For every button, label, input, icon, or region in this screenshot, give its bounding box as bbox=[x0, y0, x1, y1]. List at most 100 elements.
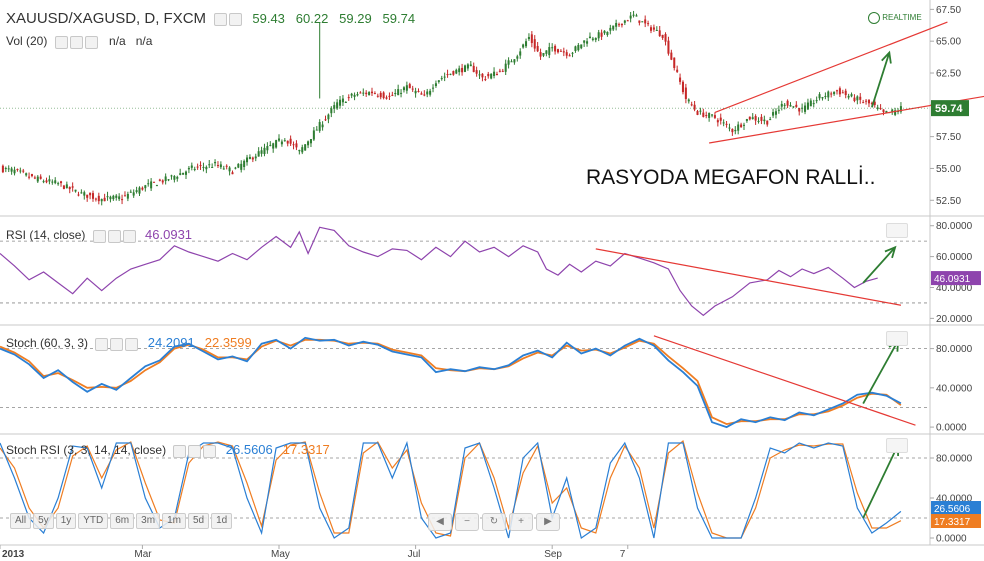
candle bbox=[353, 94, 356, 97]
eye-icon[interactable] bbox=[214, 13, 228, 27]
chart-canvas[interactable]: 67.5065.0062.5060.0057.5055.0052.5059.74… bbox=[0, 0, 984, 561]
candle bbox=[841, 92, 844, 94]
candle bbox=[649, 27, 653, 31]
timeframe-5y[interactable]: 5y bbox=[33, 513, 54, 529]
rsi-title: RSI (14, close) bbox=[6, 228, 86, 242]
candle bbox=[266, 146, 269, 151]
timeframe-ytd[interactable]: YTD bbox=[78, 513, 109, 529]
candle bbox=[350, 93, 353, 96]
candle bbox=[318, 122, 321, 131]
ohlc-open: 59.43 bbox=[252, 11, 285, 26]
candle bbox=[45, 180, 48, 183]
candle bbox=[16, 169, 19, 171]
candle bbox=[612, 25, 615, 30]
candle bbox=[126, 193, 129, 199]
candle bbox=[420, 93, 423, 95]
candle bbox=[158, 179, 161, 181]
candle bbox=[19, 170, 22, 172]
timeframe-3m[interactable]: 3m bbox=[136, 513, 161, 529]
candle bbox=[362, 92, 365, 94]
candle bbox=[577, 44, 580, 51]
rsi-pane-controls[interactable] bbox=[886, 223, 908, 238]
candle bbox=[853, 97, 856, 101]
time-tick-label: 7 bbox=[620, 549, 626, 560]
stoch-settings-buttons[interactable] bbox=[95, 337, 140, 351]
candle bbox=[240, 163, 243, 170]
stochrsi-k-value: 26.5606 bbox=[225, 442, 273, 457]
volume-header: Vol (20) n/a n/a bbox=[6, 34, 152, 49]
candle bbox=[556, 49, 560, 53]
candle bbox=[385, 97, 388, 99]
candle bbox=[638, 20, 641, 23]
candle bbox=[370, 91, 374, 94]
timeframe-6m[interactable]: 6m bbox=[110, 513, 135, 529]
candle bbox=[705, 115, 708, 117]
candle bbox=[763, 119, 766, 122]
candle bbox=[786, 100, 789, 106]
time-tick-label: May bbox=[271, 549, 290, 560]
candle bbox=[731, 128, 734, 133]
candle bbox=[461, 67, 464, 73]
candle bbox=[588, 36, 591, 39]
scroll-left-icon[interactable]: ◀ bbox=[428, 513, 452, 531]
candle bbox=[135, 190, 138, 192]
candle bbox=[269, 144, 272, 146]
timeframe-1m[interactable]: 1m bbox=[162, 513, 186, 529]
candle bbox=[542, 53, 545, 56]
realtime-indicator: REALTIME bbox=[868, 12, 922, 24]
scroll-right-icon[interactable]: ▶ bbox=[536, 513, 560, 531]
gear-icon[interactable] bbox=[188, 444, 202, 458]
candle bbox=[481, 73, 484, 78]
candle bbox=[652, 27, 655, 30]
candle bbox=[379, 92, 382, 98]
candle bbox=[696, 111, 699, 115]
stoch-pane-controls[interactable] bbox=[886, 331, 908, 346]
gear-icon[interactable] bbox=[107, 229, 121, 243]
candle bbox=[458, 68, 461, 73]
close-icon[interactable] bbox=[125, 337, 139, 351]
timeframe-1y[interactable]: 1y bbox=[55, 513, 77, 529]
reset-icon[interactable]: ↻ bbox=[482, 513, 506, 531]
rsi-value: 46.0931 bbox=[145, 227, 193, 242]
stochrsi-settings-buttons[interactable] bbox=[173, 444, 218, 458]
ohlc-high: 60.22 bbox=[295, 11, 329, 26]
close-icon[interactable] bbox=[122, 229, 136, 243]
timeframe-5d[interactable]: 5d bbox=[187, 513, 210, 529]
close-icon[interactable] bbox=[203, 444, 217, 458]
gear-icon[interactable] bbox=[110, 337, 124, 351]
candle bbox=[626, 20, 629, 22]
candle bbox=[647, 23, 650, 25]
eye-icon[interactable] bbox=[54, 35, 68, 49]
timeframe-1d[interactable]: 1d bbox=[211, 513, 233, 529]
eye-icon[interactable] bbox=[95, 337, 109, 351]
candle bbox=[713, 115, 716, 118]
candle bbox=[548, 47, 551, 56]
rsi-settings-buttons[interactable] bbox=[92, 229, 138, 243]
stoch-k-line bbox=[0, 336, 902, 429]
candle bbox=[551, 47, 554, 49]
gear-icon[interactable] bbox=[69, 35, 83, 49]
eye-icon[interactable] bbox=[92, 229, 106, 243]
candle bbox=[426, 91, 429, 95]
gear-icon[interactable] bbox=[229, 13, 243, 27]
close-icon[interactable] bbox=[84, 35, 98, 49]
candle bbox=[809, 100, 812, 107]
candle bbox=[298, 149, 301, 152]
candle bbox=[91, 193, 95, 199]
zoom-in-icon[interactable]: + bbox=[509, 513, 533, 531]
candle bbox=[214, 161, 217, 164]
stochrsi-pane-controls[interactable] bbox=[886, 438, 908, 453]
symbol-settings-buttons[interactable] bbox=[214, 11, 244, 28]
candle bbox=[289, 138, 292, 144]
candle bbox=[716, 120, 719, 123]
timeframe-all[interactable]: All bbox=[10, 513, 32, 529]
zoom-out-icon[interactable]: − bbox=[455, 513, 479, 531]
volume-settings-buttons[interactable] bbox=[54, 35, 100, 49]
rsi-trendline bbox=[595, 248, 902, 306]
candle bbox=[138, 187, 141, 194]
candle bbox=[463, 65, 467, 72]
candle bbox=[36, 176, 39, 182]
candle bbox=[690, 104, 693, 106]
candle bbox=[382, 92, 385, 99]
eye-icon[interactable] bbox=[173, 444, 187, 458]
